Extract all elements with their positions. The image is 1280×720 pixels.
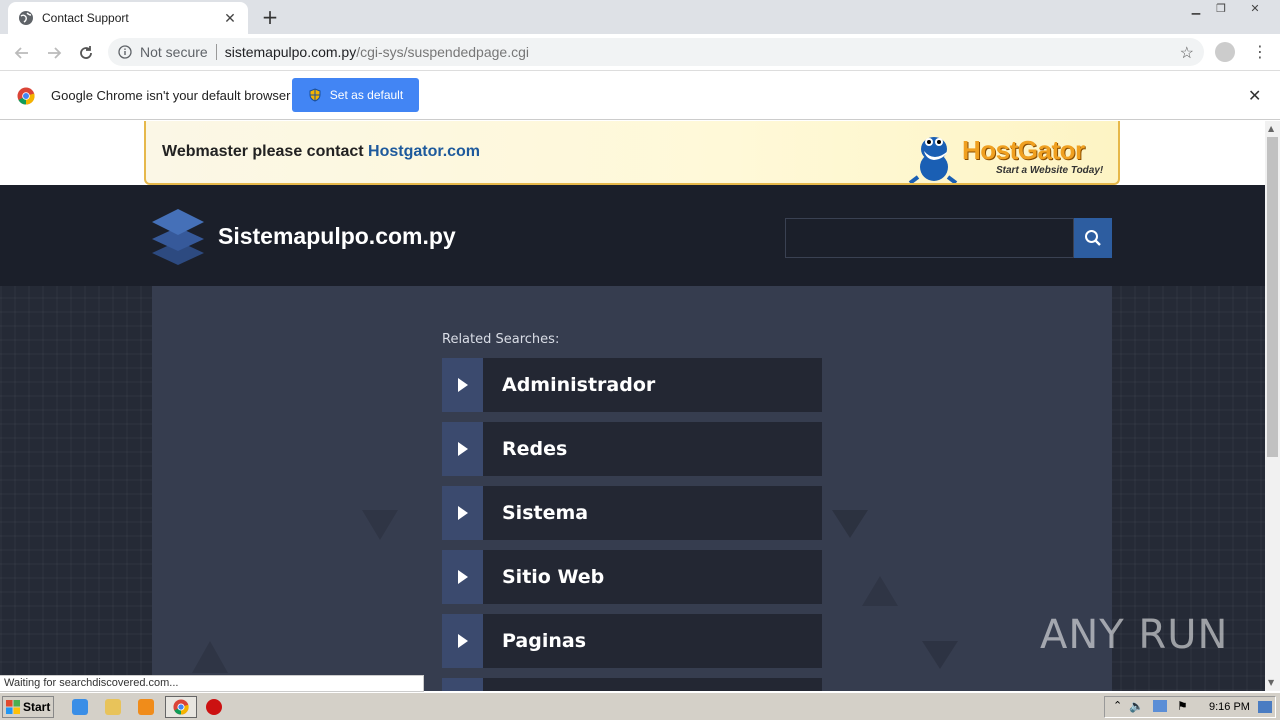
start-button[interactable]: Start — [2, 696, 54, 718]
address-bar[interactable]: Not secure sistemapulpo.com.py/cgi-sys/s… — [108, 38, 1204, 66]
info-icon[interactable] — [118, 45, 132, 59]
windows-logo-icon — [6, 700, 20, 714]
play-arrow-icon — [442, 614, 483, 668]
url-host: sistemapulpo.com.py — [224, 44, 357, 60]
vertical-scrollbar[interactable]: ▲ ▼ — [1265, 121, 1280, 691]
banner-text: Webmaster please contact Hostgator.com — [162, 143, 481, 160]
decor-triangle — [832, 510, 868, 538]
hostgator-banner[interactable]: Webmaster please contact Hostgator.com H… — [144, 121, 1120, 185]
forward-icon[interactable] — [42, 41, 66, 65]
tab-title: Contact Support — [42, 11, 129, 25]
tab-close-icon[interactable]: ✕ — [222, 10, 238, 26]
page-viewport: Webmaster please contact Hostgator.com H… — [0, 121, 1265, 691]
profile-avatar-icon[interactable] — [1215, 42, 1235, 62]
related-item[interactable]: Sitio Web — [442, 550, 822, 604]
related-item[interactable] — [442, 678, 822, 691]
related-item-label: Sitio Web — [502, 566, 605, 588]
site-name: Sistemapulpo.com.py — [218, 223, 456, 249]
volume-icon[interactable]: 🔈 — [1129, 699, 1144, 713]
flag-icon[interactable]: ⚑ — [1177, 699, 1188, 713]
anyrun-watermark: ANY RUN — [1040, 612, 1229, 658]
scroll-down-icon[interactable]: ▼ — [1268, 678, 1274, 687]
infobar-close-icon[interactable]: ✕ — [1248, 86, 1261, 106]
ie-icon[interactable] — [72, 699, 88, 715]
related-item[interactable]: Administrador — [442, 358, 822, 412]
chrome-icon — [173, 699, 189, 715]
tray-expand-icon[interactable]: ⌃ — [1113, 699, 1122, 712]
set-as-default-label: Set as default — [329, 88, 404, 102]
url-path: /cgi-sys/suspendedpage.cgi — [356, 44, 529, 60]
decor-triangle — [362, 510, 398, 540]
chrome-taskbar-button[interactable] — [165, 696, 197, 718]
new-tab-button[interactable]: + — [258, 5, 282, 29]
clock: 9:16 PM — [1209, 701, 1250, 713]
globe-icon — [19, 11, 33, 25]
site-search-input[interactable] — [785, 218, 1074, 258]
related-item[interactable]: Paginas — [442, 614, 822, 668]
network-icon[interactable] — [1153, 700, 1167, 712]
tab-strip: Contact Support ✕ + ▁ ❐ ✕ — [0, 0, 1280, 34]
show-desktop-icon[interactable] — [1258, 701, 1272, 713]
play-arrow-icon — [442, 358, 483, 412]
default-browser-infobar: Google Chrome isn't your default browser… — [0, 71, 1280, 120]
infobar-message: Google Chrome isn't your default browser — [51, 88, 291, 103]
hostgator-brand: HostGator — [962, 135, 1085, 165]
decor-triangle — [922, 641, 958, 669]
security-label: Not secure — [140, 44, 208, 60]
menu-dots-icon[interactable]: ⋮ — [1252, 42, 1268, 61]
scroll-up-icon[interactable]: ▲ — [1268, 124, 1274, 133]
system-tray: ⌃ 🔈 ⚑ — [1104, 696, 1276, 718]
related-item[interactable]: Redes — [442, 422, 822, 476]
set-as-default-button[interactable]: Set as default — [292, 78, 419, 112]
play-arrow-icon — [442, 678, 483, 691]
related-item-label: Redes — [502, 438, 568, 460]
related-searches-title: Related Searches: — [442, 332, 560, 347]
browser-toolbar: Not secure sistemapulpo.com.py/cgi-sys/s… — [0, 34, 1280, 71]
restore-icon[interactable]: ❐ — [1208, 0, 1234, 18]
chrome-logo-icon — [17, 87, 35, 105]
search-icon — [1085, 230, 1101, 246]
scrollbar-thumb[interactable] — [1267, 137, 1278, 457]
media-player-icon[interactable] — [138, 699, 154, 715]
decor-triangle — [192, 641, 228, 673]
stop-icon[interactable] — [206, 699, 222, 715]
related-item-label: Administrador — [502, 374, 656, 396]
decor-triangle — [862, 576, 898, 606]
related-item-label: Sistema — [502, 502, 589, 524]
minimize-icon[interactable]: ▁ — [1183, 0, 1209, 18]
divider — [215, 44, 217, 60]
search-button[interactable] — [1074, 218, 1112, 258]
hostgator-logo[interactable]: HostGator Start a Website Today! — [904, 129, 1114, 183]
tab-contact-support[interactable]: Contact Support ✕ — [8, 2, 248, 34]
stack-layers-icon — [152, 209, 204, 265]
back-icon[interactable] — [10, 41, 34, 65]
related-item-label: Paginas — [502, 630, 587, 652]
reload-icon[interactable] — [74, 41, 98, 65]
hostgator-link[interactable]: Hostgator.com — [368, 143, 480, 160]
play-arrow-icon — [442, 550, 483, 604]
shield-icon — [309, 88, 321, 102]
hostgator-tagline: Start a Website Today! — [996, 165, 1104, 176]
status-bar: Waiting for searchdiscovered.com... — [0, 675, 424, 692]
window-close-icon[interactable]: ✕ — [1240, 0, 1270, 18]
play-arrow-icon — [442, 486, 483, 540]
folder-icon[interactable] — [105, 699, 121, 715]
site-header: Sistemapulpo.com.py — [0, 185, 1265, 286]
related-item[interactable]: Sistema — [442, 486, 822, 540]
bookmark-star-icon[interactable]: ☆ — [1180, 43, 1194, 63]
gator-mascot-icon — [908, 137, 958, 183]
taskbar: Start ⌃ 🔈 ⚑ 9:16 PM — [0, 692, 1280, 720]
play-arrow-icon — [442, 422, 483, 476]
start-label: Start — [23, 700, 51, 714]
